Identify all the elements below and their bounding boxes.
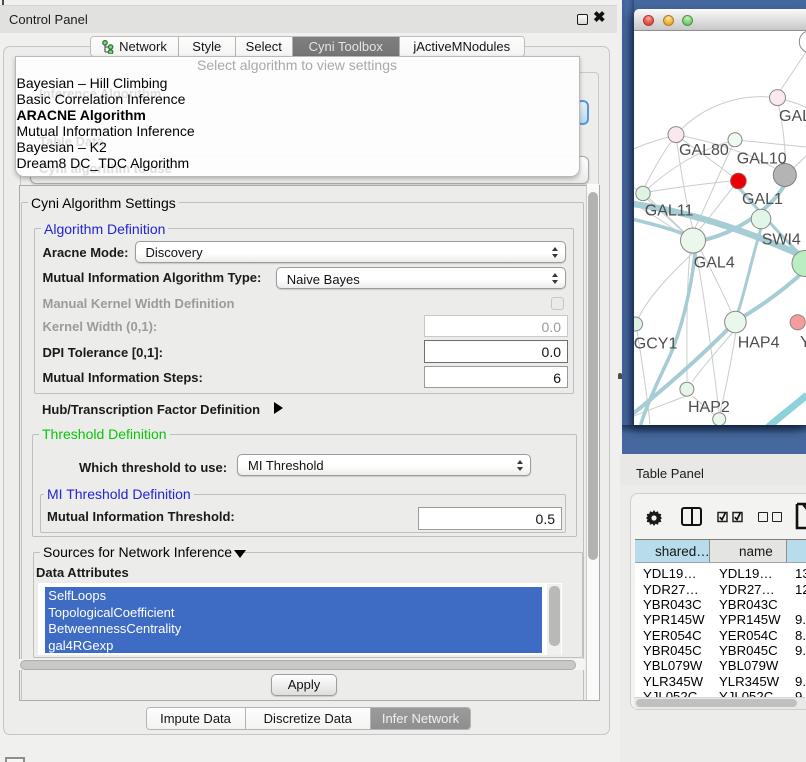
svg-text:GAL11: GAL11 [645,203,694,220]
svg-text:HAP2: HAP2 [688,399,730,416]
svg-text:SWI4: SWI4 [762,232,801,249]
svg-text:GAL1: GAL1 [742,191,783,208]
svg-text:GAL7: GAL7 [779,108,806,125]
svg-text:GAL80: GAL80 [679,142,729,159]
svg-text:HAP4: HAP4 [738,335,780,352]
svg-text:GAL10: GAL10 [737,151,787,168]
svg-text:YEL2: YEL2 [800,334,806,351]
svg-text:GAL4: GAL4 [694,255,735,272]
svg-text:GCY1: GCY1 [634,336,677,353]
